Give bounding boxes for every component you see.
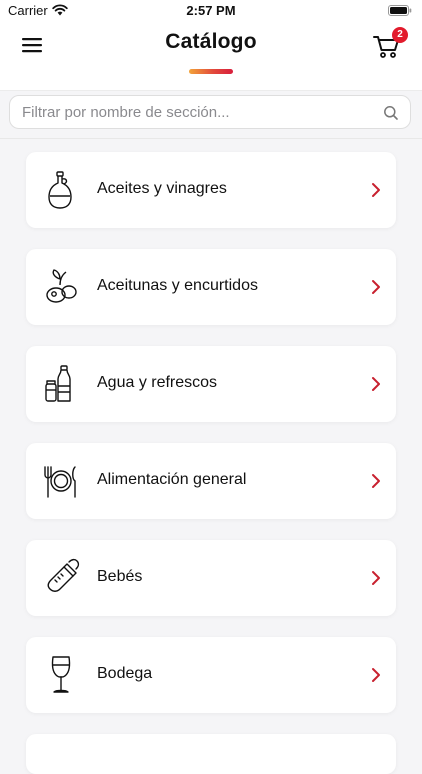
section-label: Bodega (97, 665, 153, 682)
section-label: Alimentación general (97, 471, 247, 488)
section-label: Aceitunas y encurtidos (97, 277, 258, 294)
section-card-next-partial[interactable] (26, 734, 396, 774)
battery-icon (388, 5, 412, 16)
chevron-right-icon (372, 474, 380, 488)
page-title: Catálogo (165, 30, 257, 53)
section-card-aceites-y-vinagres[interactable]: Aceites y vinagres (26, 152, 396, 228)
list-divider (0, 138, 422, 139)
status-bar: Carrier 2:57 PM (0, 0, 422, 22)
search-input[interactable] (22, 96, 372, 128)
section-card-alimentacion-general[interactable]: Alimentación general (26, 443, 396, 519)
wine-glass-icon (51, 656, 71, 693)
oil-bottle-icon (48, 171, 72, 209)
chevron-right-icon (372, 377, 380, 391)
chevron-right-icon (372, 668, 380, 682)
chevron-right-icon (372, 280, 380, 294)
search-icon[interactable] (383, 105, 399, 121)
app-header: Catálogo 2 (0, 22, 422, 90)
chevron-right-icon (372, 571, 380, 585)
baby-bottle-icon (47, 558, 80, 592)
title-accent-underline (189, 69, 233, 74)
water-bottle-icon (45, 365, 71, 402)
section-card-aceitunas-y-encurtidos[interactable]: Aceitunas y encurtidos (26, 249, 396, 325)
olives-icon (46, 269, 77, 303)
section-label: Aceites y vinagres (97, 180, 227, 197)
status-time: 2:57 PM (186, 3, 236, 18)
section-label: Bebés (97, 568, 143, 585)
section-label: Agua y refrescos (97, 374, 218, 391)
section-card-bebes[interactable]: Bebés (26, 540, 396, 616)
section-card-agua-y-refrescos[interactable]: Agua y refrescos (26, 346, 396, 422)
header-divider (0, 90, 422, 91)
plate-cutlery-icon (44, 466, 76, 498)
cart-count-badge: 2 (392, 27, 408, 43)
section-card-bodega[interactable]: Bodega (26, 637, 396, 713)
search-box (9, 95, 411, 129)
chevron-right-icon (372, 183, 380, 197)
